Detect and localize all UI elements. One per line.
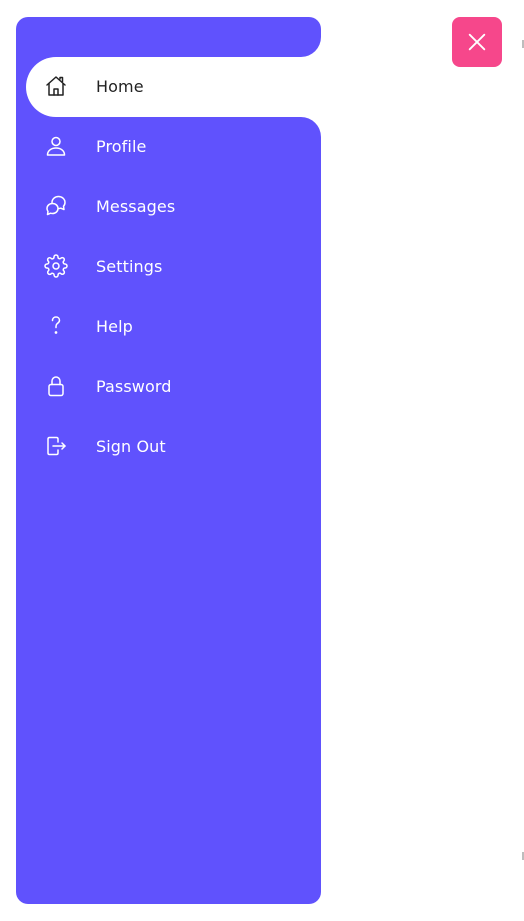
close-menu-button[interactable] bbox=[452, 17, 502, 67]
sidebar-item-label: Help bbox=[96, 317, 133, 336]
sidebar-item-label: Sign Out bbox=[96, 437, 166, 456]
sidebar-item-label: Profile bbox=[96, 137, 147, 156]
sidebar-item-messages[interactable]: Messages bbox=[16, 177, 321, 237]
lock-icon bbox=[44, 374, 68, 398]
gear-icon bbox=[44, 254, 68, 278]
sidebar-menu: Home Profile Messages Settings Help Pass… bbox=[16, 17, 321, 904]
app-viewport: Home Profile Messages Settings Help Pass… bbox=[0, 0, 524, 921]
sidebar-item-label: Home bbox=[96, 77, 144, 96]
close-icon bbox=[466, 31, 488, 53]
sidebar-item-settings[interactable]: Settings bbox=[16, 237, 321, 297]
sidebar-item-password[interactable]: Password bbox=[16, 357, 321, 417]
sidebar-item-help[interactable]: Help bbox=[16, 297, 321, 357]
sidebar-item-profile[interactable]: Profile bbox=[16, 117, 321, 177]
sidebar-item-label: Password bbox=[96, 377, 172, 396]
sidebar-item-label: Settings bbox=[96, 257, 163, 276]
sidebar-item-sign-out[interactable]: Sign Out bbox=[16, 417, 321, 477]
chat-icon bbox=[44, 194, 68, 218]
sidebar-item-home[interactable]: Home bbox=[26, 57, 321, 117]
question-icon bbox=[44, 314, 68, 338]
nav-list: Home Profile Messages Settings Help Pass… bbox=[16, 57, 321, 477]
home-icon bbox=[44, 74, 68, 98]
user-icon bbox=[44, 134, 68, 158]
sidebar-item-label: Messages bbox=[96, 197, 176, 216]
sign-out-icon bbox=[44, 434, 68, 458]
